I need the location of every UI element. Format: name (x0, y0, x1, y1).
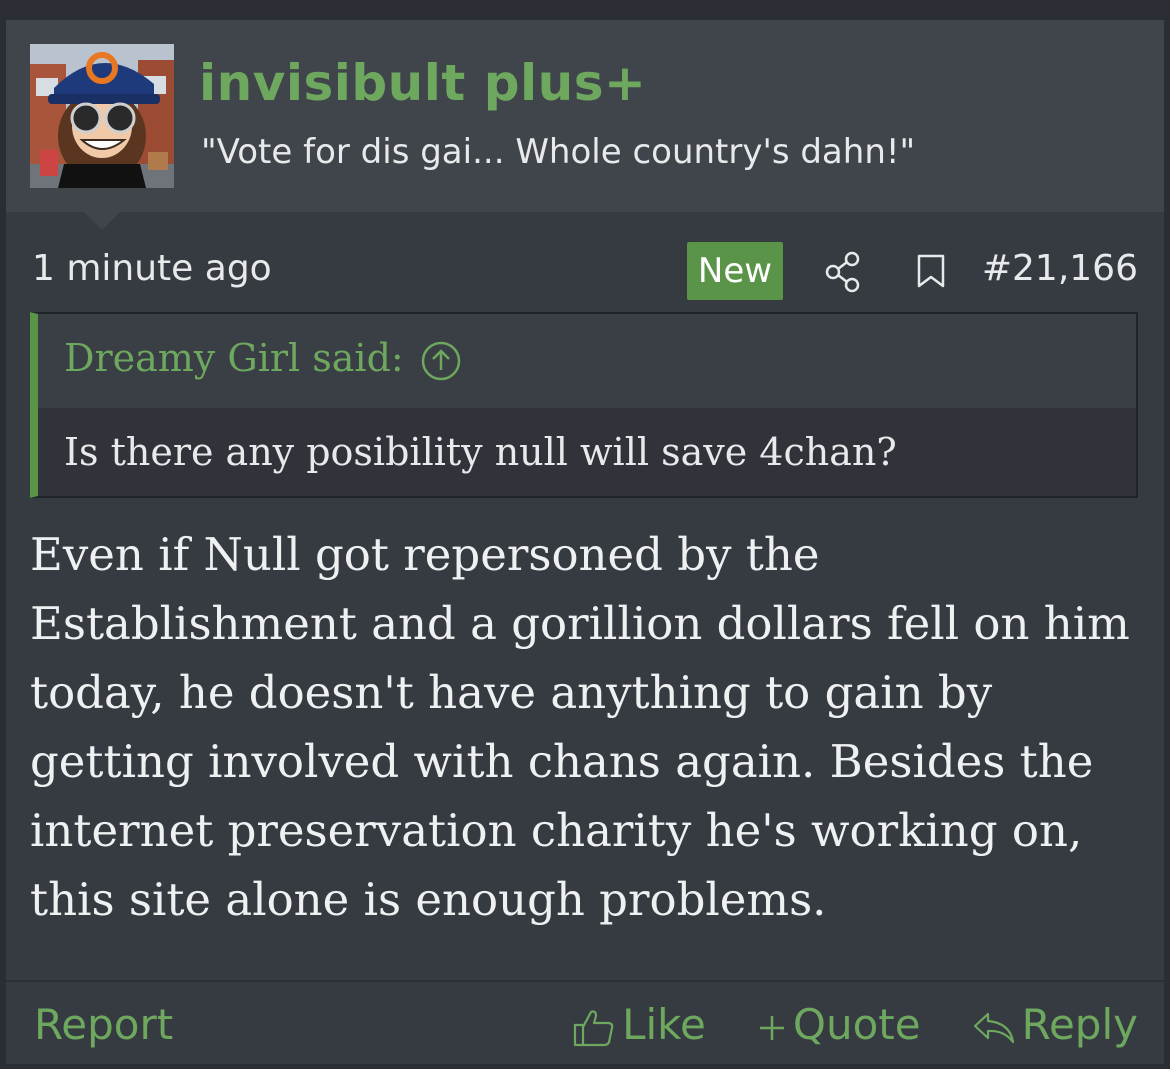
reply-button[interactable]: Reply (972, 1000, 1138, 1049)
reply-icon (973, 1012, 1014, 1043)
footer-divider (6, 980, 1164, 982)
user-title: "Vote for dis gai... Whole country's dah… (201, 132, 916, 172)
arrow-up-circle-icon[interactable] (420, 340, 462, 382)
share-icon[interactable] (824, 250, 862, 294)
quote-text: Is there any posibility null will save 4… (64, 430, 897, 474)
post-header: invisibult plus+ "Vote for dis gai... Wh… (6, 20, 1164, 212)
post: invisibult plus+ "Vote for dis gai... Wh… (6, 20, 1164, 1064)
new-badge: New (687, 242, 783, 300)
bookmark-icon[interactable] (914, 252, 948, 292)
reply-label: Reply (1021, 1000, 1138, 1049)
thumbs-up-icon (573, 1009, 614, 1046)
post-time[interactable]: 1 minute ago (32, 248, 272, 289)
username[interactable]: invisibult plus+ (199, 54, 646, 112)
post-number[interactable]: #21,166 (982, 248, 1138, 289)
avatar[interactable] (30, 44, 174, 188)
quote-author[interactable]: Dreamy Girl said: (64, 336, 404, 380)
like-button[interactable]: Like (572, 1000, 706, 1049)
quote-button[interactable]: Quote (757, 1000, 921, 1049)
post-message: Even if Null got repersoned by the Estab… (30, 528, 1130, 926)
quote-label: Quote (792, 1000, 921, 1049)
header-pointer (84, 212, 120, 230)
plus-icon (759, 1015, 784, 1040)
post-meta: 1 minute ago New #21,166 (6, 230, 1164, 300)
quote-block: Dreamy Girl said: Is there any posibilit… (30, 312, 1138, 498)
post-actions: Like Quote Reply (526, 1000, 1138, 1054)
like-label: Like (622, 1000, 706, 1049)
report-button[interactable]: Report (34, 1000, 173, 1049)
quote-header: Dreamy Girl said: (38, 314, 1136, 410)
